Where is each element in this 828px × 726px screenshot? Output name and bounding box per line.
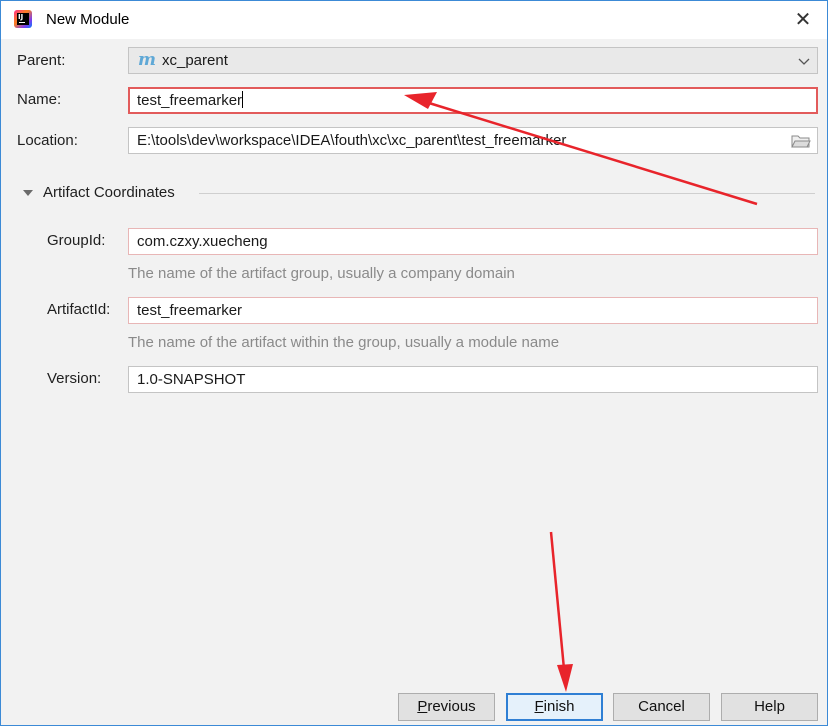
parent-combobox[interactable]: m xc_parent [128, 47, 818, 74]
version-value: 1.0-SNAPSHOT [137, 371, 246, 388]
name-value: test_freemarker [137, 92, 243, 109]
artifact-section-title[interactable]: Artifact Coordinates [43, 184, 175, 201]
finish-button[interactable]: Finish [506, 693, 603, 721]
artifactid-value: test_freemarker [137, 302, 243, 319]
parent-label: Parent: [17, 52, 66, 69]
groupid-value: com.czxy.xuecheng [137, 233, 268, 250]
cancel-button[interactable]: Cancel [613, 693, 710, 721]
new-module-dialog: IJ New Module ✕ Parent: m xc_parent Name:… [0, 0, 828, 726]
help-button[interactable]: Help [721, 693, 818, 721]
section-divider [199, 193, 815, 194]
close-button[interactable]: ✕ [791, 7, 815, 31]
version-input[interactable]: 1.0-SNAPSHOT [128, 366, 818, 393]
close-icon: ✕ [794, 7, 812, 31]
maven-icon: m [138, 50, 156, 70]
collapse-triangle-icon[interactable] [22, 188, 34, 198]
window-title: New Module [46, 11, 130, 28]
arrow-to-finish-button [549, 531, 573, 692]
intellij-idea-icon: IJ [14, 10, 32, 28]
location-label: Location: [17, 132, 78, 149]
location-input[interactable]: E:\tools\dev\workspace\IDEA\fouth\xc\xc_… [128, 127, 818, 154]
artifactid-label: ArtifactId: [47, 301, 111, 318]
artifactid-input[interactable]: test_freemarker [128, 297, 818, 324]
version-label: Version: [47, 370, 102, 387]
title-bar: IJ New Module ✕ [1, 1, 827, 39]
folder-browse-icon[interactable] [791, 133, 811, 149]
groupid-input[interactable]: com.czxy.xuecheng [128, 228, 818, 255]
name-input[interactable]: test_freemarker [128, 87, 818, 114]
groupid-label: GroupId: [47, 232, 106, 249]
artifactid-hint: The name of the artifact within the grou… [128, 334, 560, 351]
previous-button[interactable]: Previous [398, 693, 495, 721]
location-value: E:\tools\dev\workspace\IDEA\fouth\xc\xc_… [137, 132, 567, 149]
chevron-down-icon [798, 58, 810, 65]
parent-value: xc_parent [162, 52, 228, 69]
text-caret [242, 91, 244, 108]
groupid-hint: The name of the artifact group, usually … [128, 265, 515, 282]
name-label: Name: [17, 91, 62, 108]
